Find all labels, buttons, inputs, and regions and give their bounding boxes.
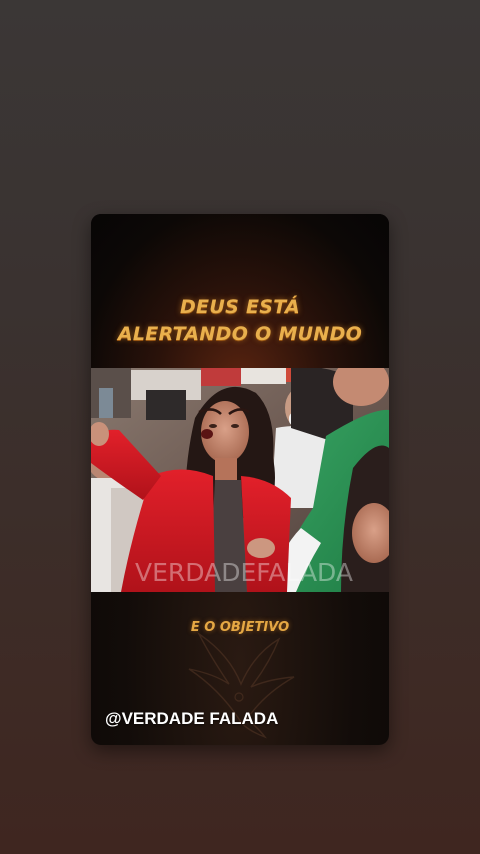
photo-watermark: VERDADEFALADA xyxy=(135,558,353,587)
headline-line-2: ALERTANDO O MUNDO xyxy=(117,323,363,345)
headline-line-1: DEUS ESTÁ xyxy=(179,296,301,318)
account-handle[interactable]: @VERDADE FALADA xyxy=(105,709,278,729)
protest-photo: VERDADEFALADA xyxy=(91,368,389,592)
headline-panel: DEUS ESTÁ ALERTANDO O MUNDO xyxy=(91,214,389,368)
story-card[interactable]: DEUS ESTÁ ALERTANDO O MUNDO VERDADEFALAD… xyxy=(91,214,389,745)
